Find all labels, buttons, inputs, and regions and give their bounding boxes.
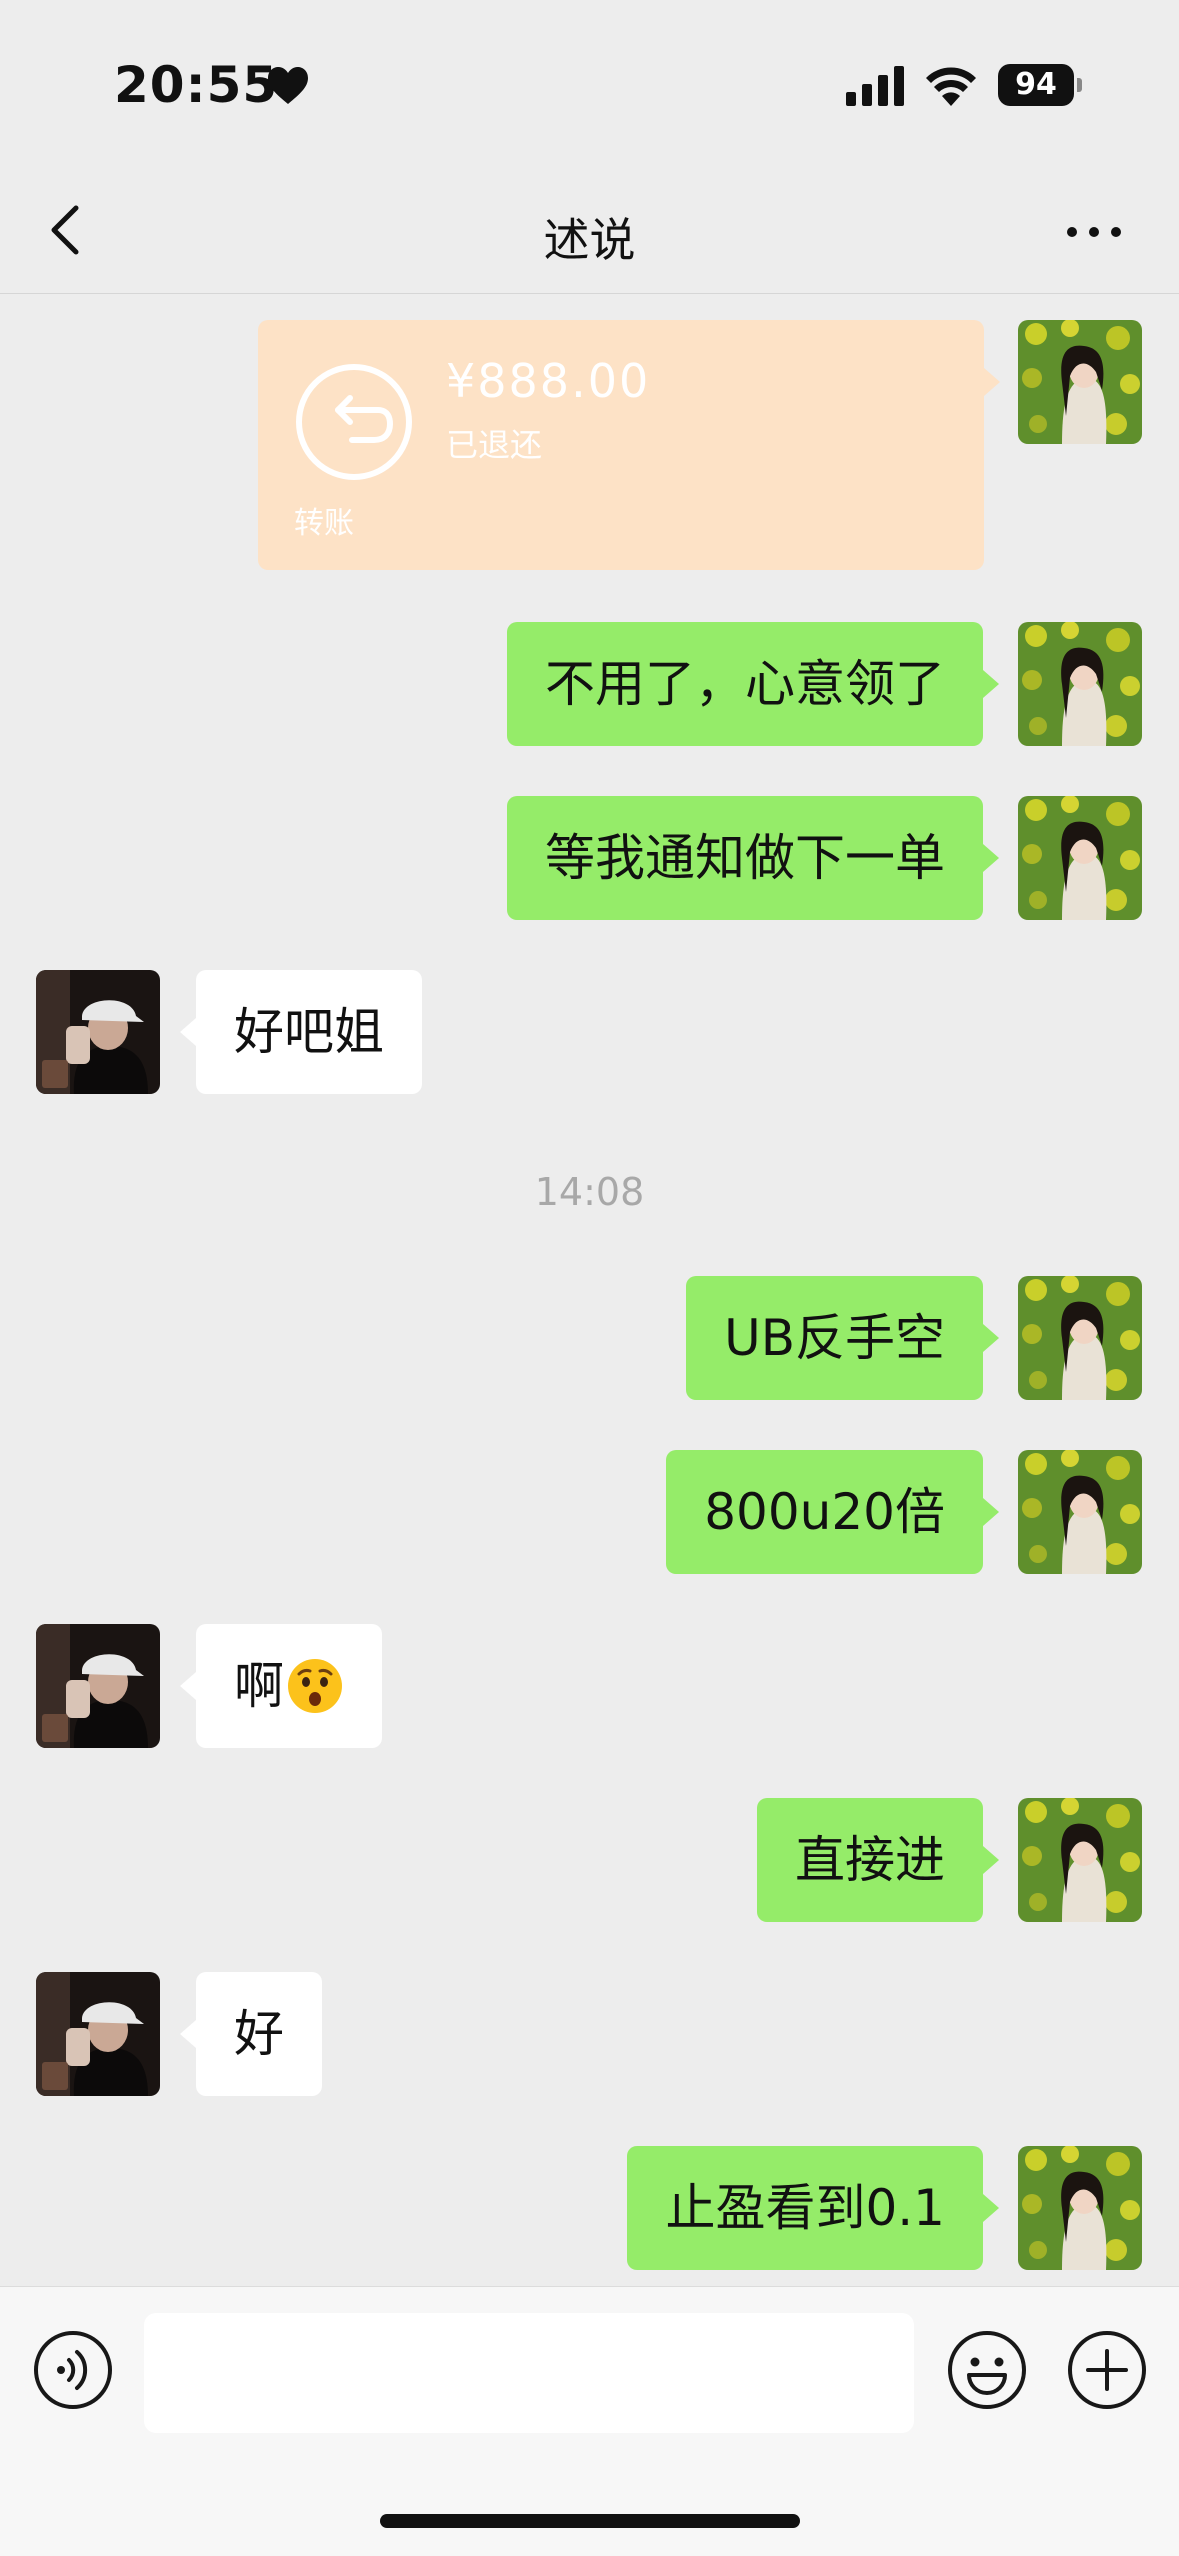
plus-icon[interactable]: [1066, 2329, 1148, 2411]
message-text: 直接进: [795, 1831, 945, 1889]
my-avatar[interactable]: [1018, 796, 1142, 920]
wifi-icon: [926, 67, 976, 106]
input-bar: [0, 2286, 1179, 2454]
message-text: 800u20倍: [704, 1483, 945, 1541]
message-text: 止盈看到0.1: [665, 2179, 945, 2237]
message-bubble[interactable]: 800u20倍: [666, 1450, 999, 1574]
message-text: 等我通知做下一单: [545, 829, 945, 887]
heart-icon: [268, 67, 308, 104]
status-bar: 20:55 94: [0, 0, 1179, 170]
more-icon[interactable]: [1064, 222, 1124, 242]
battery-nub: [1077, 78, 1082, 92]
my-avatar[interactable]: [1018, 1276, 1142, 1400]
my-avatar[interactable]: [1018, 1450, 1142, 1574]
message-bubble[interactable]: 等我通知做下一单: [507, 796, 999, 920]
chat-title: 述说: [543, 213, 636, 267]
message-bubble[interactable]: 直接进: [757, 1798, 999, 1922]
my-avatar[interactable]: [1018, 320, 1142, 444]
message-bubble[interactable]: 啊: [180, 1624, 382, 1748]
message-text: 啊: [234, 1657, 284, 1715]
message-bubble[interactable]: 好: [180, 1972, 322, 2096]
message-bubble[interactable]: UB反手空: [686, 1276, 999, 1400]
transfer-amount: ¥888.00: [446, 354, 651, 408]
contact-avatar[interactable]: [36, 970, 160, 1094]
home-indicator[interactable]: [380, 2514, 800, 2528]
message-text: 好: [234, 2005, 284, 2063]
astonished-face-icon: [288, 1658, 342, 1713]
contact-avatar[interactable]: [36, 1624, 160, 1748]
message-text: 好吧姐: [234, 1003, 384, 1061]
my-avatar[interactable]: [1018, 2146, 1142, 2270]
signal-icon: [846, 66, 904, 106]
voice-icon[interactable]: [32, 2329, 114, 2411]
chat-timestamp: 14:08: [534, 1170, 645, 1214]
refund-icon: [296, 364, 412, 480]
message-bubble[interactable]: 不用了，心意领了: [507, 622, 999, 746]
smiley-icon[interactable]: [946, 2329, 1028, 2411]
message-bubble[interactable]: 止盈看到0.1: [627, 2146, 999, 2270]
transfer-label: 转账: [294, 506, 354, 541]
transfer-card[interactable]: ¥888.00 已退还 转账: [258, 320, 1000, 570]
transfer-status: 已退还: [446, 426, 543, 464]
contact-avatar[interactable]: [36, 1972, 160, 2096]
my-avatar[interactable]: [1018, 622, 1142, 746]
message-bubble[interactable]: 好吧姐: [180, 970, 422, 1094]
battery-indicator: 94: [998, 64, 1074, 106]
message-text: UB反手空: [724, 1309, 945, 1367]
message-input[interactable]: [144, 2313, 914, 2433]
chat-header: 述说: [0, 170, 1179, 294]
my-avatar[interactable]: [1018, 1798, 1142, 1922]
status-time: 20:55: [114, 56, 279, 114]
message-text: 不用了，心意领了: [545, 655, 945, 713]
home-area: [0, 2454, 1179, 2556]
